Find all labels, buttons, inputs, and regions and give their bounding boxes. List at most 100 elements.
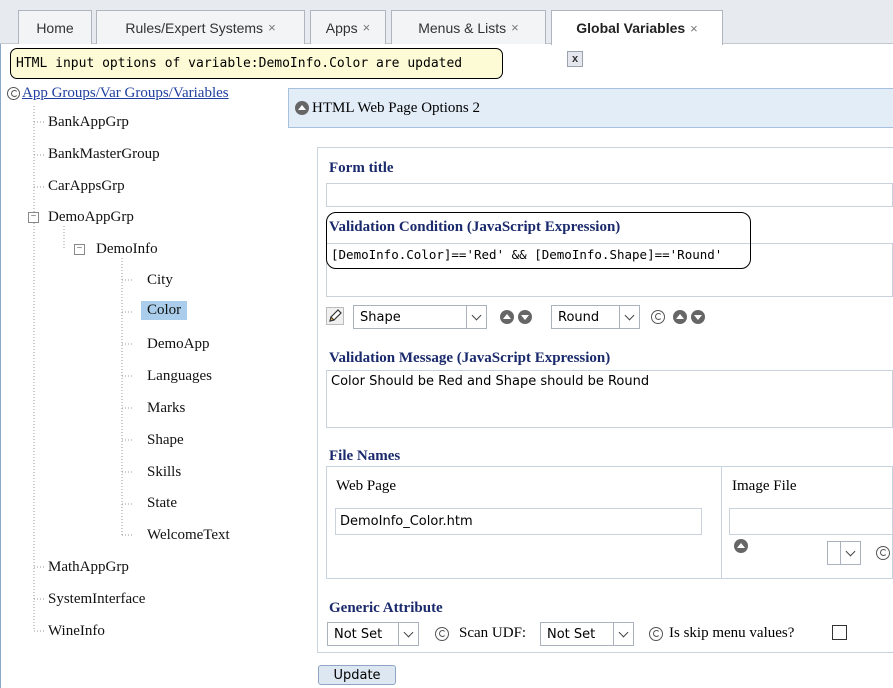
tab-apps[interactable]: Apps × [310, 10, 386, 44]
scan-udf-select[interactable]: Not Set [540, 622, 634, 646]
file-names-label: File Names [329, 448, 401, 464]
generic-attribute-value: Not Set [334, 626, 383, 642]
skip-menu-label: Is skip menu values? [669, 625, 795, 641]
tab-close-icon[interactable]: × [363, 20, 371, 35]
tree-node-label[interactable]: Shape [147, 432, 184, 449]
tree-node-city[interactable]: City [147, 269, 173, 291]
tree-node-skills[interactable]: Skills [147, 461, 181, 483]
circular-arrow-icon[interactable] [649, 627, 663, 641]
chevron-down-icon [619, 306, 639, 328]
value-select-value: Round [558, 309, 600, 325]
notification-text: HTML input options of variable:DemoInfo.… [16, 56, 463, 71]
tree-node-label[interactable]: CarAppsGrp [48, 178, 125, 195]
circular-arrow-icon[interactable] [651, 310, 665, 324]
variable-select[interactable]: Shape [353, 305, 487, 329]
tree-node-label[interactable]: Color [141, 300, 188, 320]
move-down-icon[interactable] [518, 310, 532, 324]
collapse-panel-icon[interactable] [295, 101, 309, 115]
tree-node-label[interactable]: BankMasterGroup [48, 146, 160, 163]
tab-rules-expert-systems[interactable]: Rules/Expert Systems × [96, 10, 305, 44]
value-select[interactable]: Round [551, 305, 640, 329]
tree-node-label[interactable]: City [147, 272, 173, 289]
tree-node-languages[interactable]: Languages [147, 365, 212, 387]
tree-node-welcometext[interactable]: WelcomeText [147, 524, 230, 546]
tab-bar: Home Rules/Expert Systems × Apps × Menus… [0, 0, 893, 45]
generic-attribute-select[interactable]: Not Set [327, 622, 419, 646]
tree-node-label[interactable]: State [147, 495, 177, 512]
tab-home[interactable]: Home [18, 10, 92, 44]
image-select[interactable] [827, 541, 861, 565]
scan-udf-label: Scan UDF: [459, 625, 527, 641]
tree-node-label[interactable]: Marks [147, 400, 185, 417]
tree-node-demoappgrp[interactable]: − DemoAppGrp [28, 206, 134, 228]
tree-node-label[interactable]: Languages [147, 368, 212, 385]
update-button-label: Update [333, 667, 381, 683]
tab-menus-lists[interactable]: Menus & Lists × [391, 10, 546, 44]
notification-close-label: x [571, 53, 579, 65]
tree-node-carappsgrp[interactable]: CarAppsGrp [48, 175, 125, 197]
tree-node-bankmastergroup[interactable]: BankMasterGroup [48, 143, 160, 165]
image-file-label: Image File [732, 478, 797, 494]
tree-node-label[interactable]: BankAppGrp [48, 114, 129, 131]
chevron-down-icon [466, 306, 486, 328]
generic-attribute-label: Generic Attribute [329, 600, 443, 616]
tab-global-variables[interactable]: Global Variables × [551, 10, 723, 45]
tree-node-label[interactable]: DemoApp [147, 336, 210, 353]
tree-node-label[interactable]: WineInfo [48, 623, 105, 640]
web-page-input[interactable]: DemoInfo_Color.htm [335, 508, 702, 535]
validation-message-input[interactable]: Color Should be Red and Shape should be … [326, 370, 893, 428]
move-up-icon[interactable] [500, 310, 514, 324]
tree-node-mathappgrp[interactable]: MathAppGrp [48, 556, 129, 578]
tree-node-demoinfo[interactable]: − DemoInfo [74, 238, 158, 260]
tree-node-label[interactable]: SystemInterface [48, 591, 145, 608]
circular-arrow-icon[interactable] [435, 627, 449, 641]
tab-label: Menus & Lists [418, 19, 507, 36]
panel-header[interactable]: HTML Web Page Options 2 [288, 88, 893, 128]
form-title-label: Form title [329, 160, 394, 176]
upload-icon[interactable] [734, 539, 748, 553]
collapse-icon[interactable]: − [74, 243, 85, 255]
tree-node-state[interactable]: State [147, 492, 177, 514]
update-button[interactable]: Update [318, 665, 396, 685]
tree-node-color[interactable]: Color [141, 299, 188, 321]
tree-node-wineinfo[interactable]: WineInfo [48, 620, 105, 642]
move-up-icon[interactable] [673, 310, 687, 324]
chevron-down-icon [840, 542, 860, 564]
circular-arrow-icon[interactable] [7, 87, 20, 100]
highlight-annotation [326, 212, 751, 269]
tree-node-label[interactable]: Skills [147, 464, 181, 481]
chevron-down-icon [398, 623, 418, 645]
collapse-icon[interactable]: − [28, 211, 39, 223]
tree-node-label[interactable]: DemoAppGrp [48, 209, 134, 226]
tree-node-marks[interactable]: Marks [147, 397, 185, 419]
chevron-down-icon [613, 623, 633, 645]
tree-node-systeminterface[interactable]: SystemInterface [48, 588, 145, 610]
image-file-section-divider [721, 466, 722, 579]
tab-close-icon[interactable]: × [268, 20, 276, 35]
form-title-input[interactable] [326, 183, 893, 207]
variable-select-value: Shape [360, 309, 401, 325]
web-page-label: Web Page [336, 478, 397, 494]
tree-node-label[interactable]: MathAppGrp [48, 559, 129, 576]
move-down-icon[interactable] [691, 310, 705, 324]
validation-message-label: Validation Message (JavaScript Expressio… [329, 350, 611, 366]
tab-label: Global Variables [576, 20, 686, 36]
panel-title: HTML Web Page Options 2 [312, 99, 480, 116]
tree-node-demoapp[interactable]: DemoApp [147, 333, 210, 355]
tab-close-icon[interactable]: × [511, 20, 519, 35]
close-icon[interactable]: x [567, 51, 583, 67]
circular-arrow-icon[interactable] [876, 546, 890, 560]
tab-label: Rules/Expert Systems [125, 19, 264, 36]
tab-close-icon[interactable]: × [690, 21, 698, 36]
pencil-icon[interactable] [326, 307, 344, 325]
tree-node-label[interactable]: WelcomeText [147, 527, 230, 544]
tree-node-shape[interactable]: Shape [147, 429, 184, 451]
tree-node-label[interactable]: DemoInfo [96, 241, 158, 258]
tab-label: Home [36, 19, 74, 36]
scan-udf-value: Not Set [547, 626, 596, 642]
tab-label: Apps [325, 19, 358, 36]
skip-menu-checkbox[interactable] [832, 625, 847, 640]
notification-message: HTML input options of variable:DemoInfo.… [10, 48, 503, 79]
tree-node-bankappgrp[interactable]: BankAppGrp [48, 111, 129, 133]
image-file-input[interactable] [729, 508, 893, 535]
